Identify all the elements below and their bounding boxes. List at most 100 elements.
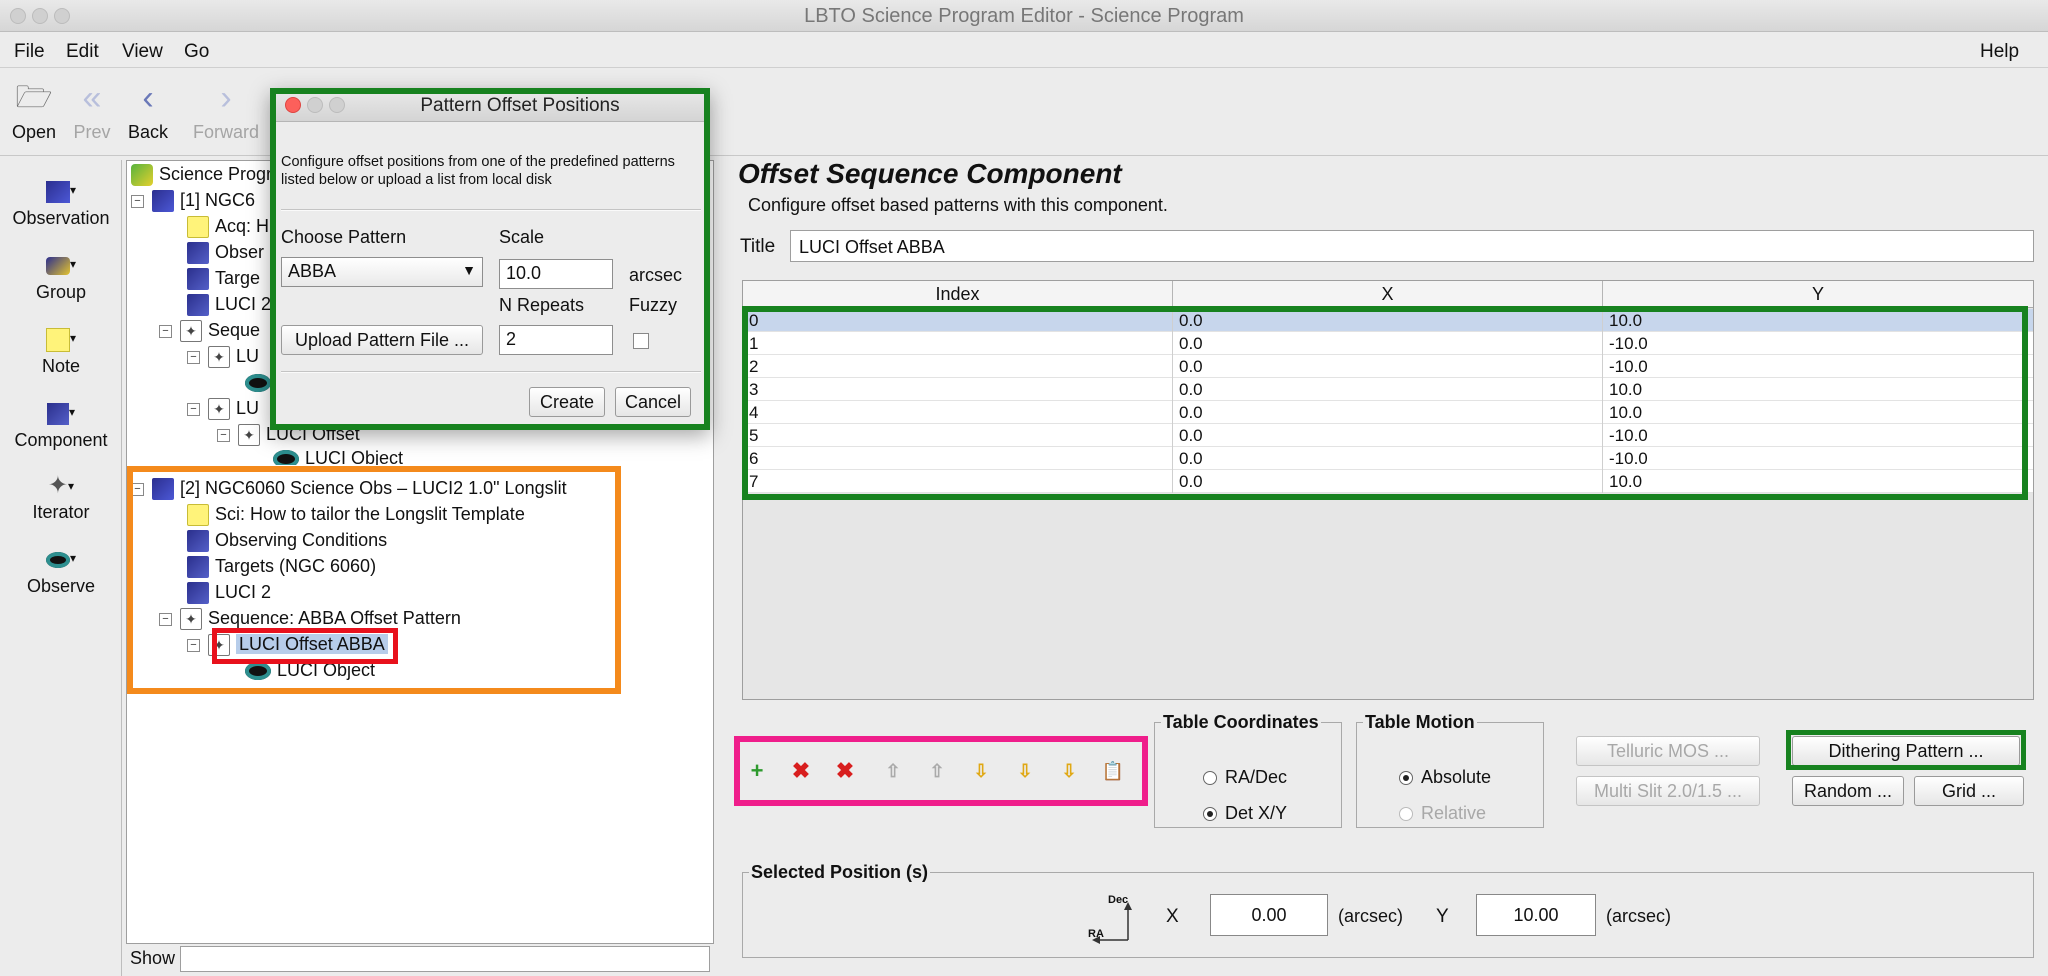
move-top-icon[interactable]: ⇧ bbox=[878, 756, 908, 786]
table-row[interactable]: 0 0.0 10.0 bbox=[743, 309, 2033, 332]
tree-obs-1[interactable]: − [1] NGC6 bbox=[131, 187, 255, 213]
component-icon bbox=[187, 242, 209, 265]
radio-ra-dec[interactable]: RA/Dec bbox=[1203, 767, 1287, 788]
move-up-icon[interactable]: ⇧ bbox=[922, 756, 952, 786]
tree-item[interactable]: − ✦ LU bbox=[187, 343, 259, 369]
tree-item[interactable]: LUCI 2 bbox=[187, 291, 271, 317]
show-input[interactable] bbox=[180, 946, 710, 972]
column-y[interactable]: Y bbox=[1603, 281, 2033, 307]
palette-observation[interactable]: ▾ Observation bbox=[0, 172, 122, 229]
observation-icon: ▾ bbox=[0, 172, 122, 208]
tree-item[interactable]: Targets (NGC 6060) bbox=[187, 553, 376, 579]
tree-item[interactable]: − ✦ Seque bbox=[159, 317, 260, 343]
title-input[interactable]: LUCI Offset ABBA bbox=[790, 230, 2034, 262]
selected-position-legend: Selected Position (s) bbox=[751, 862, 929, 882]
forward-button[interactable]: › Forward bbox=[178, 78, 274, 143]
menu-bar: File Edit View Go Help bbox=[0, 34, 2048, 68]
collapse-icon[interactable]: − bbox=[131, 194, 144, 208]
move-bottom-icon[interactable]: ⇩ bbox=[1010, 756, 1040, 786]
collapse-icon[interactable]: − bbox=[159, 324, 172, 338]
remove-row-icon[interactable]: ✖ bbox=[786, 756, 816, 786]
tree-root[interactable]: Science Progr bbox=[131, 161, 272, 187]
tree-obs-2[interactable]: − [2] NGC6060 Science Obs – LUCI2 1.0" Lo… bbox=[131, 475, 567, 501]
menu-go[interactable]: Go bbox=[184, 41, 209, 63]
x-position-input[interactable]: 0.00 bbox=[1210, 894, 1328, 936]
paste-icon[interactable]: 📋 bbox=[1098, 756, 1128, 786]
tree-item[interactable]: Sci: How to tailor the Longslit Template bbox=[187, 501, 525, 527]
tree-item[interactable]: − ✦ LU bbox=[187, 395, 259, 421]
dialog-title: Pattern Offset Positions bbox=[420, 95, 620, 116]
palette-group[interactable]: ▾ Group bbox=[0, 246, 122, 303]
menu-view[interactable]: View bbox=[122, 41, 163, 63]
table-coordinates-group: Table Coordinates RA/Dec Det X/Y bbox=[1154, 712, 1342, 828]
palette-observe-label: Observe bbox=[26, 576, 96, 596]
back-button[interactable]: ‹ Back bbox=[108, 78, 188, 143]
table-row[interactable]: 1 0.0 -10.0 bbox=[743, 332, 2033, 355]
dithering-pattern-button[interactable]: Dithering Pattern ... bbox=[1792, 736, 2020, 766]
table-row[interactable]: 2 0.0 -10.0 bbox=[743, 355, 2033, 378]
column-index[interactable]: Index bbox=[743, 281, 1173, 307]
palette-component[interactable]: ▾ Component bbox=[0, 394, 122, 451]
fuzzy-label: Fuzzy bbox=[629, 295, 678, 315]
telluric-mos-button[interactable]: Telluric MOS ... bbox=[1576, 736, 1760, 766]
y-label: Y bbox=[1436, 906, 1449, 927]
collapse-icon[interactable]: − bbox=[159, 612, 172, 626]
tree-item[interactable]: Observing Conditions bbox=[187, 527, 387, 553]
palette-note[interactable]: ▾ Note bbox=[0, 320, 122, 377]
table-row[interactable]: 6 0.0 -10.0 bbox=[743, 447, 2033, 470]
radio-relative[interactable]: Relative bbox=[1399, 803, 1486, 824]
table-edit-toolbar: + ✖ ✖ ⇧ ⇧ ⇩ ⇩ ⇩ 📋 bbox=[742, 740, 1144, 802]
tree-item[interactable]: Targe bbox=[187, 265, 260, 291]
component-icon bbox=[187, 294, 209, 317]
add-row-icon[interactable]: + bbox=[742, 756, 772, 786]
move-down-icon[interactable]: ⇩ bbox=[966, 756, 996, 786]
palette-iterator[interactable]: ✦▾ Iterator bbox=[0, 466, 122, 523]
tree-item[interactable]: − ✦ Sequence: ABBA Offset Pattern bbox=[159, 605, 461, 631]
remove-all-icon[interactable]: ✖ bbox=[830, 756, 860, 786]
dialog-separator bbox=[281, 371, 701, 373]
create-button[interactable]: Create bbox=[529, 387, 605, 417]
dialog-minimize-button[interactable] bbox=[307, 97, 323, 113]
sequence-icon: ✦ bbox=[180, 320, 202, 343]
repeats-input[interactable]: 2 bbox=[499, 325, 613, 355]
collapse-icon[interactable]: − bbox=[187, 350, 200, 364]
collapse-icon[interactable]: − bbox=[187, 638, 200, 652]
table-row[interactable]: 5 0.0 -10.0 bbox=[743, 424, 2033, 447]
radio-absolute[interactable]: Absolute bbox=[1399, 767, 1491, 788]
menu-file[interactable]: File bbox=[14, 41, 45, 63]
collapse-icon[interactable]: − bbox=[131, 482, 144, 496]
scale-input[interactable]: 10.0 bbox=[499, 259, 613, 289]
cancel-button[interactable]: Cancel bbox=[615, 387, 691, 417]
component-icon bbox=[187, 582, 209, 605]
tree-item[interactable]: LUCI 2 bbox=[187, 579, 271, 605]
grid-button[interactable]: Grid ... bbox=[1914, 776, 2024, 806]
menu-help[interactable]: Help bbox=[1980, 41, 2019, 63]
tree-item[interactable]: Acq: H bbox=[187, 213, 269, 239]
palette-observe[interactable]: ▾ Observe bbox=[0, 540, 122, 597]
palette-note-label: Note bbox=[41, 356, 81, 376]
menu-edit[interactable]: Edit bbox=[66, 41, 99, 63]
tree-item[interactable]: Obser bbox=[187, 239, 264, 265]
column-x[interactable]: X bbox=[1173, 281, 1603, 307]
random-button[interactable]: Random ... bbox=[1792, 776, 1904, 806]
table-row[interactable]: 7 0.0 10.0 bbox=[743, 470, 2033, 493]
collapse-icon[interactable]: − bbox=[187, 402, 200, 416]
multi-slit-button[interactable]: Multi Slit 2.0/1.5 ... bbox=[1576, 776, 1760, 806]
upload-pattern-button[interactable]: Upload Pattern File ... bbox=[281, 325, 483, 355]
fuzzy-checkbox[interactable] bbox=[633, 333, 649, 349]
tree-item[interactable]: LUCI Object bbox=[245, 657, 375, 683]
note-icon bbox=[187, 504, 209, 527]
tree-item[interactable]: LUCI Object bbox=[273, 445, 403, 465]
table-row[interactable]: 3 0.0 10.0 bbox=[743, 378, 2033, 401]
table-row[interactable]: 4 0.0 10.0 bbox=[743, 401, 2033, 424]
observation-icon bbox=[152, 478, 174, 501]
move-to-icon[interactable]: ⇩ bbox=[1054, 756, 1084, 786]
tree-item-selected[interactable]: − ✦ LUCI Offset ABBA bbox=[187, 631, 388, 657]
collapse-icon[interactable]: − bbox=[217, 428, 230, 442]
dialog-close-button[interactable] bbox=[285, 97, 301, 113]
pattern-select[interactable]: ABBA ▼ bbox=[281, 257, 483, 287]
radio-det-xy[interactable]: Det X/Y bbox=[1203, 803, 1287, 824]
component-palette: ▾ Observation ▾ Group ▾ Note ▾ Component… bbox=[0, 160, 122, 976]
editor-heading: Offset Sequence Component bbox=[738, 158, 1122, 189]
y-position-input[interactable]: 10.00 bbox=[1476, 894, 1596, 936]
